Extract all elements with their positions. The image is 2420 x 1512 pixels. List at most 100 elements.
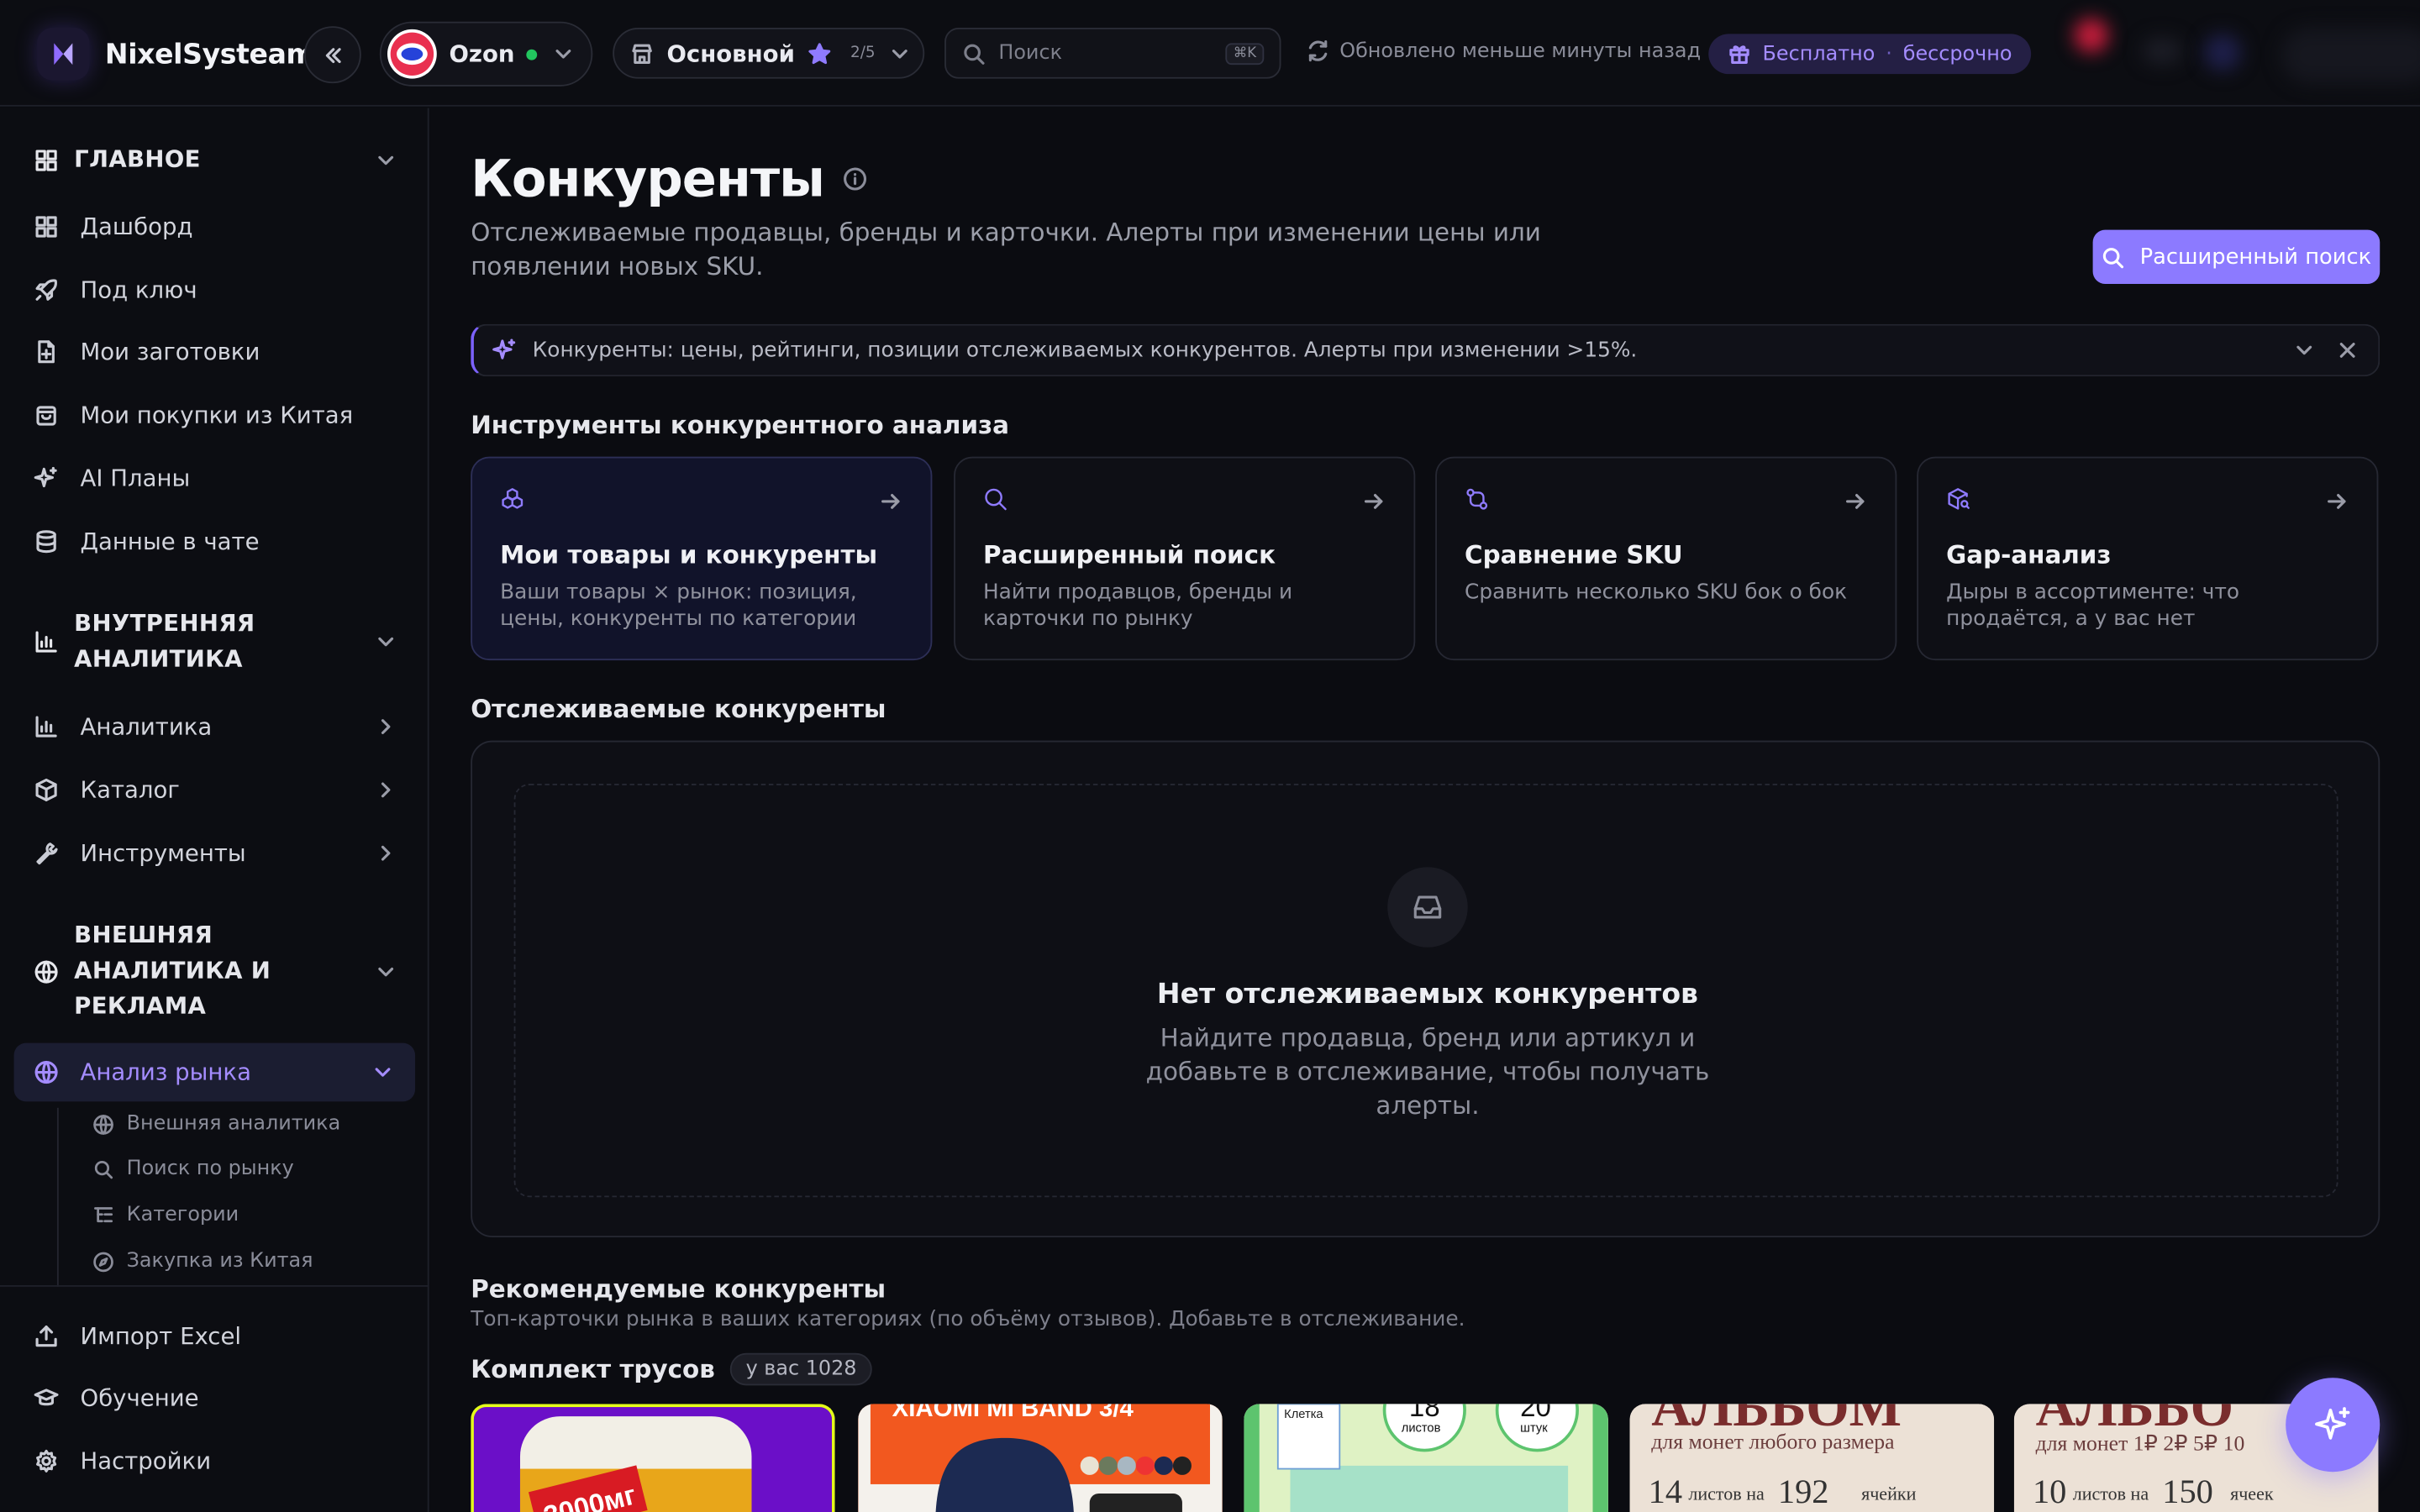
- submenu-line: [56, 1107, 59, 1287]
- tracked-heading: Отслеживаемые конкуренты: [471, 694, 886, 724]
- thumb-text: штук: [1520, 1421, 1548, 1435]
- store-selector[interactable]: Основной 2/5: [613, 28, 925, 79]
- thumb-text: листов на: [1688, 1483, 1765, 1504]
- thumb-text: листов: [1402, 1421, 1441, 1435]
- banner-text: Конкуренты: цены, рейтинги, позиции отсл…: [532, 338, 1638, 363]
- page-subtitle: Отслеживаемые продавцы, бренды и карточк…: [471, 217, 1541, 281]
- product-thumb[interactable]: Клетка 18 листов 20 штук: [1244, 1404, 1608, 1512]
- boxes-icon: [500, 486, 524, 511]
- sidebar-subitem-china-sourcing[interactable]: Закупка из Китая: [92, 1250, 313, 1273]
- sidebar-subitem-external-analytics[interactable]: Внешняя аналитика: [92, 1112, 340, 1136]
- section-main[interactable]: ГЛАВНОЕ: [34, 142, 397, 177]
- empty-state: Нет отслеживаемых конкурентов Найдите пр…: [513, 784, 2338, 1198]
- thumb-text: 20: [1520, 1404, 1551, 1423]
- tool-card-sku-compare[interactable]: Сравнение SKU Сравнить несколько SKU бок…: [1435, 456, 1897, 661]
- app-root: NixelSysteam Ozon Основной 2/5 Поиск ⌘K …: [0, 0, 2420, 1512]
- chevron-down-icon: [373, 147, 397, 171]
- database-icon: [34, 529, 58, 554]
- list-tree-icon: [92, 1205, 114, 1226]
- update-text: Обновлено меньше минуты назад: [1339, 39, 1702, 63]
- thumb-text: для монет любого размера: [1651, 1430, 1895, 1454]
- chevrons-left-icon: [320, 43, 345, 67]
- sparkles-icon: [2312, 1404, 2354, 1446]
- package-icon: [34, 778, 58, 802]
- wrench-icon: [34, 841, 58, 865]
- info-icon[interactable]: [843, 165, 867, 190]
- sidebar-item-import-excel[interactable]: Импорт Excel: [34, 1313, 397, 1359]
- tool-card-advanced-search[interactable]: Расширенный поиск Найти продавцов, бренд…: [954, 456, 1416, 661]
- package-search-icon: [1946, 486, 1970, 511]
- close-icon[interactable]: [2335, 338, 2360, 362]
- logo-icon: [37, 28, 90, 81]
- info-banner: Конкуренты: цены, рейтинги, позиции отсл…: [471, 323, 2381, 377]
- sidebar-subitem-label: Поиск по рынку: [126, 1157, 294, 1181]
- tool-card-my-products[interactable]: Мои товары и конкуренты Ваши товары × ры…: [471, 456, 933, 661]
- section-title: ВНЕШНЯЯ АНАЛИТИКА И РЕКЛАМА: [74, 921, 271, 1021]
- tool-desc: Сравнить несколько SKU бок о бок: [1465, 579, 1848, 605]
- sidebar-item-tools[interactable]: Инструменты: [34, 830, 397, 876]
- tool-card-gap-analysis[interactable]: Gap-анализ Дыры в ассортименте: что прод…: [1917, 456, 2379, 661]
- sidebar-item-label: Аналитика: [80, 712, 213, 741]
- thumb-text: ячейки: [1861, 1483, 1916, 1504]
- tracked-panel: Нет отслеживаемых конкурентов Найдите пр…: [471, 740, 2381, 1238]
- sidebar-subitem-market-search[interactable]: Поиск по рынку: [92, 1157, 294, 1181]
- product-thumb[interactable]: 3000мг: [471, 1404, 835, 1512]
- sidebar-item-turnkey[interactable]: Под ключ: [34, 267, 397, 313]
- thumb-text: ячеек: [2230, 1483, 2274, 1504]
- sidebar-item-chat-data[interactable]: Данные в чате: [34, 518, 397, 564]
- tool-title: Расширенный поиск: [982, 538, 1276, 569]
- chevron-right-icon: [373, 841, 397, 865]
- collapse-sidebar-button[interactable]: [303, 26, 361, 84]
- chevron-right-icon: [373, 714, 397, 738]
- gift-icon: [1727, 42, 1751, 66]
- plan-term: бессрочно: [1902, 42, 2012, 66]
- search-input[interactable]: Поиск ⌘K: [944, 28, 1281, 79]
- advanced-search-button[interactable]: Расширенный поиск: [2092, 229, 2381, 284]
- sidebar-bottom: Импорт Excel Обучение Настройки: [0, 1284, 429, 1512]
- thumb-text: 18: [1409, 1404, 1440, 1423]
- thumb-text: Клетка: [1284, 1408, 1323, 1421]
- product-thumb[interactable]: АЛЬБОМ для монет любого размера 14 листо…: [1629, 1404, 1995, 1512]
- logo[interactable]: NixelSysteam: [37, 28, 315, 81]
- sidebar-subitem-categories[interactable]: Категории: [92, 1204, 239, 1226]
- thumb-text: 10: [2033, 1473, 2066, 1510]
- chevron-right-icon: [373, 778, 397, 802]
- sidebar-item-analytics[interactable]: Аналитика: [34, 704, 397, 750]
- page-title-text: Конкуренты: [471, 148, 825, 208]
- blurred-toolbar: [2053, 9, 2420, 92]
- category-row: Комплект трусов у вас 1028: [471, 1352, 872, 1386]
- thumb-text: 150: [2162, 1473, 2213, 1510]
- marketplace-selector[interactable]: Ozon: [379, 21, 593, 87]
- search-placeholder: Поиск: [998, 41, 1063, 66]
- refresh-icon: [1306, 39, 1330, 63]
- sidebar-item-settings[interactable]: Настройки: [34, 1438, 397, 1484]
- sidebar-item-ai-plans[interactable]: AI Планы: [34, 455, 397, 501]
- tools-heading: Инструменты конкурентного анализа: [471, 410, 1009, 440]
- advanced-search-label: Расширенный поиск: [2139, 244, 2372, 270]
- section-title: ГЛАВНОЕ: [74, 144, 201, 173]
- globe-icon: [34, 1060, 58, 1084]
- sidebar-item-label: Мои покупки из Китая: [80, 401, 354, 429]
- sidebar-item-market-analysis[interactable]: Анализ рынка: [13, 1042, 416, 1102]
- rocket-icon: [34, 278, 58, 302]
- top-bar: NixelSysteam Ozon Основной 2/5 Поиск ⌘K …: [0, 0, 2420, 107]
- update-status[interactable]: Обновлено меньше минуты назад: [1306, 39, 1701, 63]
- arrow-right-icon: [1843, 489, 1867, 513]
- arrow-right-icon: [2324, 489, 2349, 513]
- sidebar-item-drafts[interactable]: Мои заготовки: [34, 328, 397, 375]
- bar-chart-icon: [34, 714, 58, 738]
- plan-badge[interactable]: Бесплатно · бессрочно: [1708, 34, 2031, 75]
- product-thumb[interactable]: XIAOMI MI BAND 3/4: [858, 1404, 1223, 1512]
- sidebar-item-china-purchases[interactable]: Мои покупки из Китая: [34, 392, 397, 438]
- sidebar-item-catalog[interactable]: Каталог: [34, 767, 397, 813]
- upload-icon: [34, 1324, 58, 1348]
- page-title: Конкуренты: [471, 148, 867, 208]
- section-internal-analytics[interactable]: ВНУТРЕННЯЯ АНАЛИТИКА: [34, 606, 397, 677]
- ozon-logo-icon: [387, 29, 437, 79]
- ai-assistant-button[interactable]: [2286, 1378, 2381, 1473]
- chevron-down-icon[interactable]: [2292, 338, 2317, 362]
- section-external-analytics[interactable]: ВНЕШНЯЯ АНАЛИТИКА И РЕКЛАМА: [34, 918, 397, 1025]
- sidebar-item-learning[interactable]: Обучение: [34, 1375, 397, 1421]
- store-name: Основной: [666, 39, 795, 67]
- sidebar-item-dashboard[interactable]: Дашборд: [34, 203, 397, 249]
